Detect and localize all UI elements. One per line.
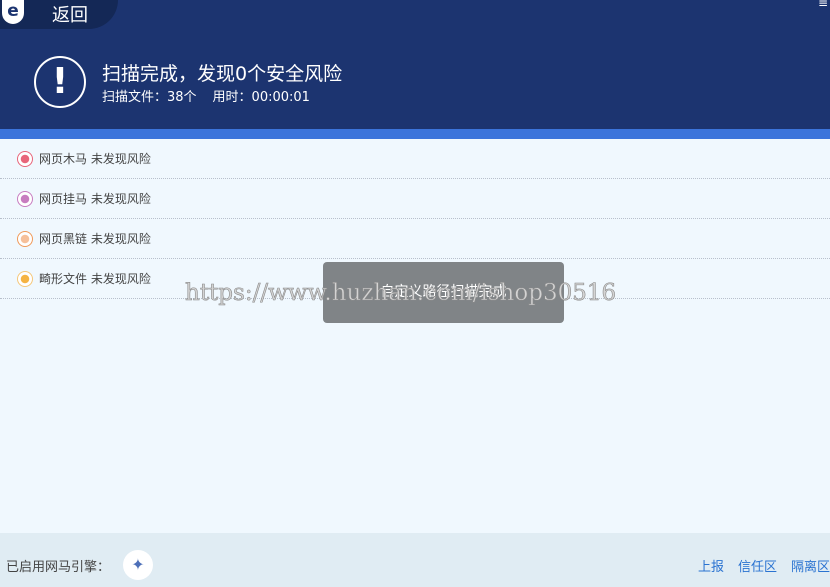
result-label: 网页木马 未发现风险: [39, 150, 151, 167]
list-item: 网页木马 未发现风险: [0, 139, 830, 179]
back-label: 返回: [52, 1, 88, 27]
time-used: 用时：00:00:01: [213, 90, 310, 105]
report-link[interactable]: 上报: [698, 560, 724, 575]
footer-links: 上报信任区隔离区: [684, 556, 830, 575]
list-item: 网页黑链 未发现风险: [0, 219, 830, 259]
scan-result-title: 扫描完成，发现0个安全风险: [102, 59, 342, 86]
black-link-icon: [17, 231, 33, 247]
toast-message: 自定义路径扫描完成: [323, 262, 564, 323]
back-button[interactable]: e 返回: [0, 0, 118, 29]
result-label: 畸形文件 未发现风险: [39, 270, 151, 287]
trust-zone-link[interactable]: 信任区: [738, 560, 777, 575]
result-label: 网页黑链 未发现风险: [39, 230, 151, 247]
header: e 返回 ≡ ! 扫描完成，发现0个安全风险 扫描文件：38个 用时：00:00:…: [0, 0, 830, 130]
scan-stats: 扫描文件：38个 用时：00:00:01: [102, 86, 310, 105]
result-label: 网页挂马 未发现风险: [39, 190, 151, 207]
menu-icon[interactable]: ≡: [818, 0, 828, 10]
progress-bar: [0, 129, 830, 139]
engine-label: 已启用网马引擎：: [6, 556, 110, 575]
hang-horse-icon: [17, 191, 33, 207]
engine-icon[interactable]: ✦: [123, 550, 153, 580]
files-scanned: 扫描文件：38个: [102, 90, 197, 105]
footer: 已启用网马引擎： ✦ 上报信任区隔离区: [0, 533, 830, 587]
folder-icon: [17, 271, 33, 287]
quarantine-link[interactable]: 隔离区: [791, 560, 830, 575]
trojan-icon: [17, 151, 33, 167]
list-item: 网页挂马 未发现风险: [0, 179, 830, 219]
exclamation-icon: !: [34, 56, 86, 108]
shield-logo-icon: e: [2, 0, 24, 24]
